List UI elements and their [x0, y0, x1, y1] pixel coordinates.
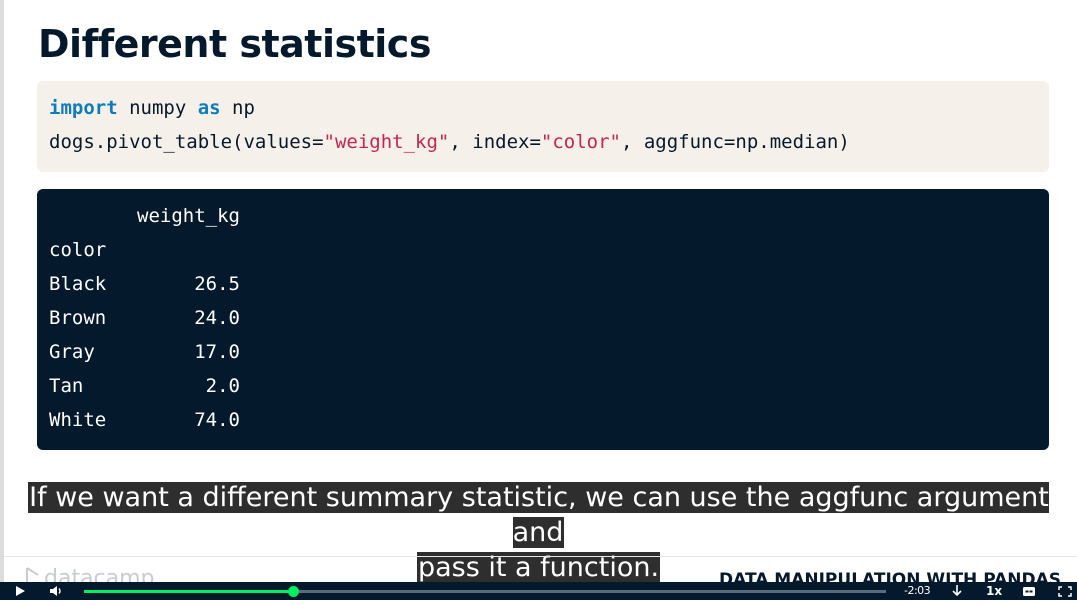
video-player-controls: -2:03 1x: [0, 582, 1077, 600]
logo-text: datacamp: [44, 566, 155, 582]
code-text: , index=: [449, 131, 541, 153]
code-keyword: as: [197, 97, 221, 119]
playback-speed[interactable]: 1x: [986, 582, 1002, 600]
output-block: weight_kg color Black 26.5 Brown 24.0 Gr…: [37, 189, 1049, 450]
index-name: color: [49, 239, 107, 261]
code-text: , aggfunc=np.median): [620, 131, 850, 153]
column-header: weight_kg: [137, 205, 240, 227]
fullscreen-icon[interactable]: [1058, 582, 1072, 600]
row-value: 24.0: [194, 307, 240, 329]
code-string: "color": [540, 131, 621, 153]
time-remaining: -2:03: [904, 584, 931, 597]
code-text: np: [220, 97, 255, 119]
slide-title: Different statistics: [38, 22, 431, 66]
code-keyword: import: [49, 97, 118, 119]
code-line-1: import numpy as np: [49, 97, 255, 119]
volume-icon[interactable]: [48, 582, 64, 600]
closed-captions-icon[interactable]: [1022, 582, 1036, 600]
code-block: import numpy as np dogs.pivot_table(valu…: [37, 81, 1049, 172]
row-value: 74.0: [194, 409, 240, 431]
progress-handle[interactable]: [287, 586, 299, 597]
datacamp-logo: datacamp: [24, 566, 155, 582]
caption-line-1: If we want a different summary statistic…: [28, 482, 1049, 548]
play-icon[interactable]: [14, 582, 28, 600]
course-title: DATA MANIPULATION WITH PANDAS: [719, 570, 1061, 582]
code-text: dogs.pivot_table(values=: [49, 131, 324, 153]
progress-bar[interactable]: [84, 586, 886, 597]
footer-divider: [4, 556, 1077, 557]
code-string: "weight_kg": [323, 131, 450, 153]
row-value: 17.0: [194, 341, 240, 363]
progress-fill: [84, 590, 293, 593]
row-value: 2.0: [205, 375, 240, 397]
datacamp-logo-icon: [26, 567, 39, 582]
code-text: numpy: [117, 97, 198, 119]
download-icon[interactable]: [950, 582, 964, 600]
code-line-2: dogs.pivot_table(values="weight_kg", ind…: [49, 131, 850, 153]
row-value: 26.5: [194, 273, 240, 295]
